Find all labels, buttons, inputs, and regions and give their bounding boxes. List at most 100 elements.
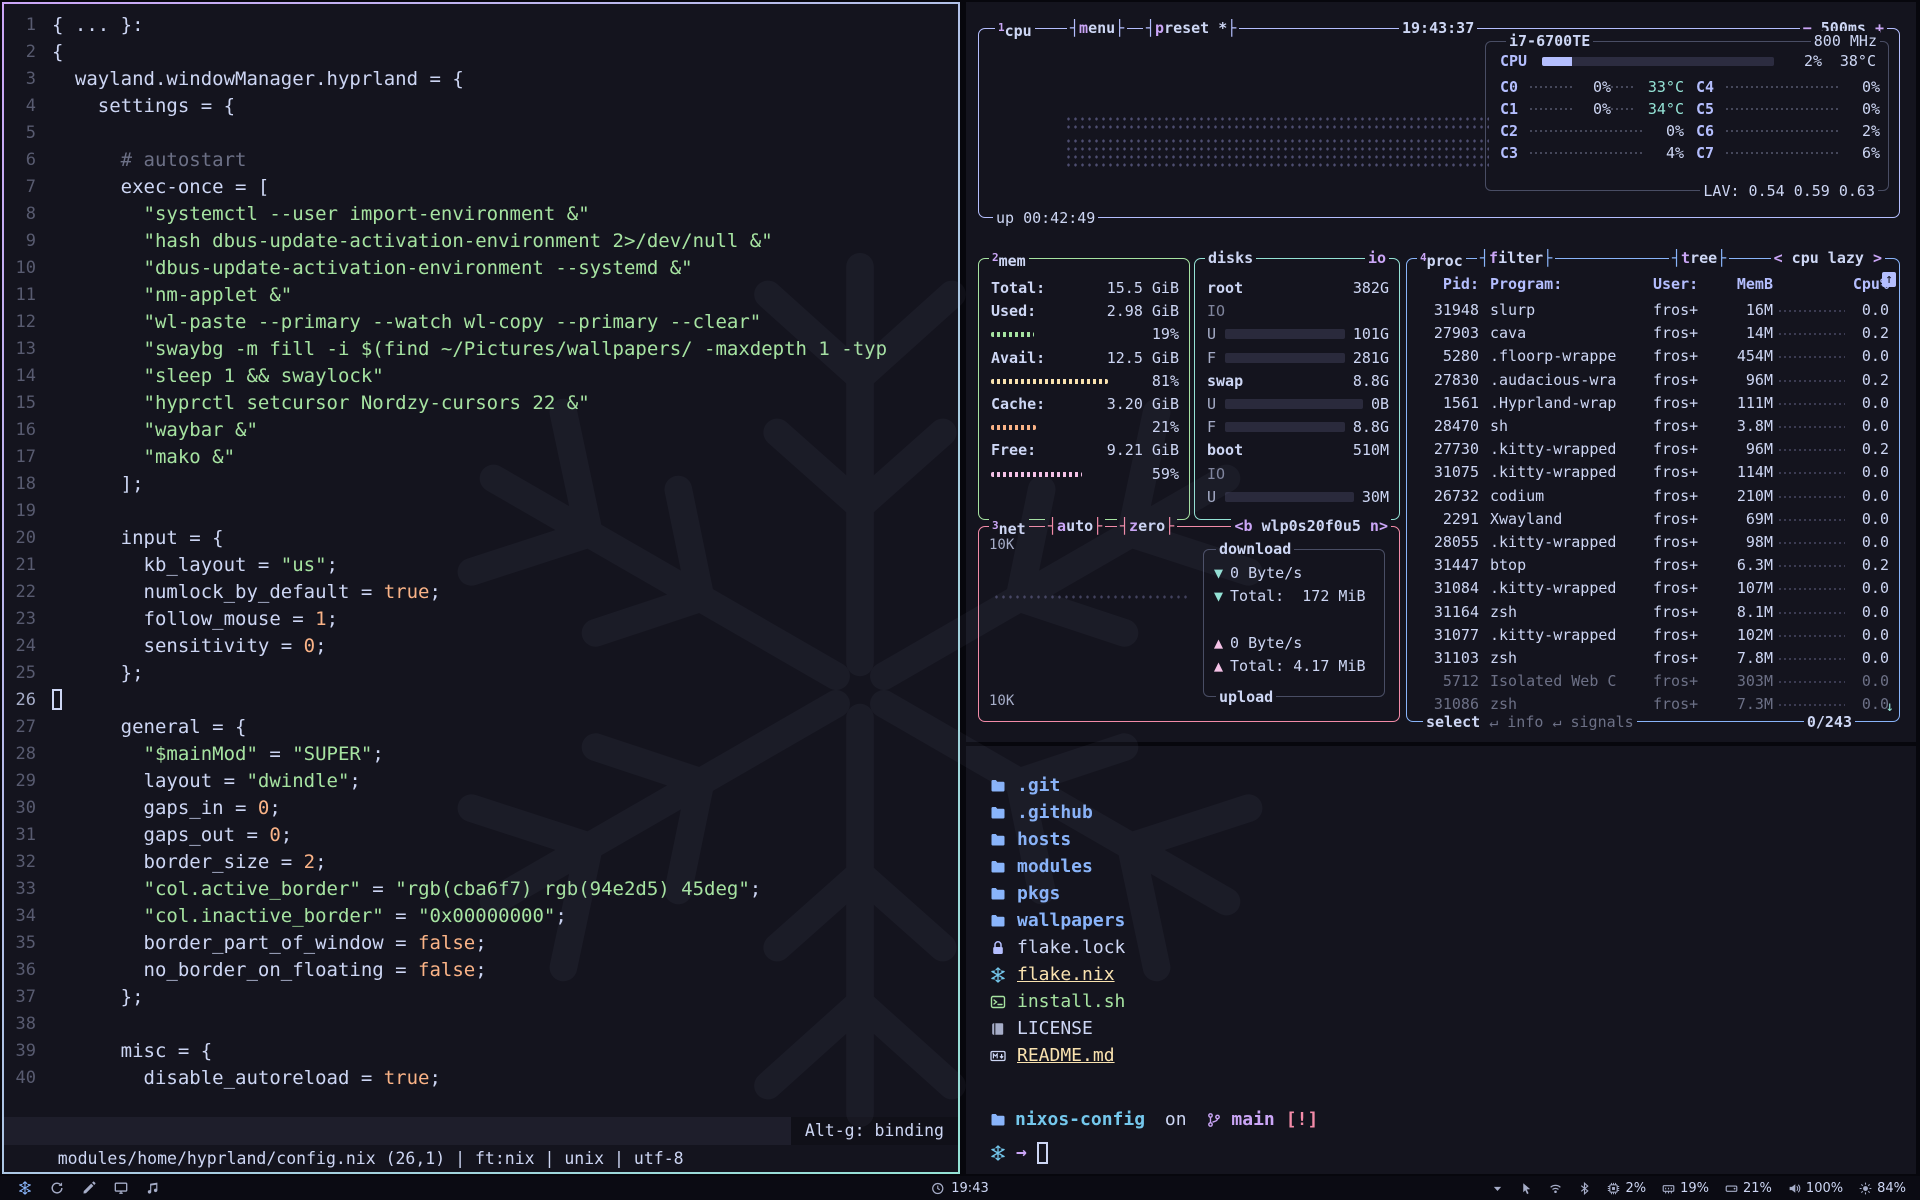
process-row[interactable]: 31077.kitty-wrappedfros+102M0.0 [1417,624,1889,647]
code-line[interactable]: 7 exec-once = [ [14,174,958,201]
bar-ram-module[interactable]: 19% [1662,1181,1709,1196]
code-line[interactable]: 3 wayland.windowManager.hyprland = { [14,66,958,93]
code-line[interactable]: 22 numlock_by_default = true; [14,579,958,606]
lock-icon [990,940,1006,956]
file-item: wallpapers [990,907,1916,934]
code-line[interactable]: 1{ ... }: [14,12,958,39]
process-row[interactable]: 27830.audacious-wrafros+96M0.2 [1417,369,1889,392]
process-row[interactable]: 31948slurpfros+16M0.0 [1417,299,1889,322]
code-line[interactable]: 35 border_part_of_window = false; [14,930,958,957]
cpu-core-row: C50% [1696,98,1880,120]
line-number: 33 [14,876,52,903]
code-line[interactable]: 27 general = { [14,714,958,741]
process-row[interactable]: 1561.Hyprland-wrapfros+111M0.0 [1417,392,1889,415]
code-line[interactable]: 15 "hyprctl setcursor Nordzy-cursors 22 … [14,390,958,417]
bar-hdd-module[interactable]: 21% [1725,1181,1772,1196]
code-line[interactable]: 5 [14,120,958,147]
hdd-icon [1725,1182,1738,1195]
proc-sort-control[interactable]: < cpu lazy > [1771,248,1885,268]
code-line[interactable]: 21 kb_layout = "us"; [14,552,958,579]
code-line[interactable]: 4 settings = { [14,93,958,120]
code-line[interactable]: 13 "swaybg -m fill -i $(find ~/Pictures/… [14,336,958,363]
process-row[interactable]: 27730.kitty-wrappedfros+96M0.2 [1417,438,1889,461]
disk-usage-row: U30M [1207,486,1389,509]
proc-footer-actions[interactable]: select ↵ info ↵ signals [1423,712,1637,732]
code-line[interactable]: 32 border_size = 2; [14,849,958,876]
menu-button[interactable]: ┤menu├ [1067,18,1127,38]
process-row[interactable]: 31075.kitty-wrappedfros+114M0.0 [1417,461,1889,484]
code-line[interactable]: 20 input = { [14,525,958,552]
process-row[interactable]: 26732codiumfros+210M0.0 [1417,485,1889,508]
code-line[interactable]: 12 "wl-paste --primary --watch wl-copy -… [14,309,958,336]
code-line[interactable]: 9 "hash dbus-update-activation-environme… [14,228,958,255]
code-line[interactable]: 39 misc = { [14,1038,958,1065]
code-line[interactable]: 10 "dbus-update-activation-environment -… [14,255,958,282]
net-device-label[interactable]: <b wlp0s20f0u5 n> [1231,516,1391,536]
terminal-window[interactable]: .git.githubhostsmodulespkgswallpapersfla… [966,746,1916,1174]
process-row[interactable]: 5280.floorp-wrappefros+454M0.0 [1417,345,1889,368]
process-row[interactable]: 5712Isolated Web Cfros+303M0.0 [1417,670,1889,693]
code-line[interactable]: 23 follow_mouse = 1; [14,606,958,633]
bar-bt-module[interactable] [1578,1182,1591,1195]
code-line[interactable]: 28 "$mainMod" = "SUPER"; [14,741,958,768]
code-line[interactable]: 8 "systemctl --user import-environment &… [14,201,958,228]
code-line[interactable]: 31 gaps_out = 0; [14,822,958,849]
code-line[interactable]: 2{ [14,39,958,66]
code-line[interactable]: 17 "mako &" [14,444,958,471]
upload-label: upload [1216,687,1276,707]
bar-sun-module[interactable]: 84% [1859,1181,1906,1196]
process-row[interactable]: 28470shfros+3.8M0.0 [1417,415,1889,438]
sun-icon [1859,1182,1872,1195]
bar-refresh-button[interactable] [50,1181,64,1195]
code-line[interactable]: 11 "nm-applet &" [14,282,958,309]
bar-chip-module[interactable]: 2% [1607,1181,1646,1196]
shell-input-line[interactable]: → [990,1139,1916,1166]
process-row[interactable]: 31164zshfros+8.1M0.0 [1417,601,1889,624]
code-line[interactable]: 16 "waybar &" [14,417,958,444]
net-zero-button[interactable]: ┤zero├ [1117,516,1177,536]
process-row[interactable]: 31084.kitty-wrappedfros+107M0.0 [1417,577,1889,600]
net-info-panel: download ▼0 Byte/s ▼Total: 172 MiB ▲0 By… [1203,549,1385,697]
code-line[interactable]: 25 }; [14,660,958,687]
code-line[interactable]: 24 sensitivity = 0; [14,633,958,660]
bar-pointer-module[interactable] [1520,1182,1533,1195]
proc-tree-button[interactable]: ┤tree├ [1669,248,1729,268]
bar-caret-module[interactable] [1491,1182,1504,1195]
code-line[interactable]: 34 "col.inactive_border" = "0x00000000"; [14,903,958,930]
net-auto-button[interactable]: ┤auto├ [1045,516,1105,536]
process-row[interactable]: 28055.kitty-wrappedfros+98M0.0 [1417,531,1889,554]
code-line[interactable]: 40 disable_autoreload = true; [14,1065,958,1092]
disks-io-toggle[interactable]: io [1365,248,1389,268]
editor-window[interactable]: 1{ ... }:2{3 wayland.windowManager.hyprl… [2,2,960,1174]
code-line[interactable]: 36 no_border_on_floating = false; [14,957,958,984]
folder-icon [990,778,1006,794]
bar-clock-module[interactable]: 19:43 [931,1181,988,1196]
line-number: 3 [14,66,52,93]
code-line[interactable]: 37 }; [14,984,958,1011]
bar-pencil-button[interactable] [82,1181,96,1195]
bar-wifi-module[interactable] [1549,1182,1562,1195]
bar-display-button[interactable] [114,1181,128,1195]
process-row[interactable]: 31103zshfros+7.8M0.0 [1417,647,1889,670]
process-table-header[interactable]: Pid:Program:User:MemBCpu% [1417,273,1889,295]
bar-vol-module[interactable]: 100% [1788,1181,1843,1196]
code-line[interactable]: 18 ]; [14,471,958,498]
bar-music-button[interactable] [146,1181,160,1195]
code-line[interactable]: 6 # autostart [14,147,958,174]
status-bar: 19:43 2% 19% 21% 100% 84% [0,1176,1920,1200]
bar-flake-button[interactable] [18,1181,32,1195]
code-line[interactable]: 29 layout = "dwindle"; [14,768,958,795]
code-line[interactable]: 19 [14,498,958,525]
process-row[interactable]: 31447btopfros+6.3M0.2 [1417,554,1889,577]
process-row[interactable]: 2291Xwaylandfros+69M0.0 [1417,508,1889,531]
code-line[interactable]: 38 [14,1011,958,1038]
code-area[interactable]: 1{ ... }:2{3 wayland.windowManager.hyprl… [4,4,958,1172]
scroll-up-indicator[interactable]: ↑ [1882,272,1896,287]
code-line[interactable]: 30 gaps_in = 0; [14,795,958,822]
proc-filter-button[interactable]: ┤filter├ [1477,248,1555,268]
preset-button[interactable]: ┤preset *├ [1143,18,1239,38]
code-line[interactable]: 26 [14,687,958,714]
process-row[interactable]: 27903cavafros+14M0.2 [1417,322,1889,345]
code-line[interactable]: 14 "sleep 1 && swaylock" [14,363,958,390]
code-line[interactable]: 33 "col.active_border" = "rgb(cba6f7) rg… [14,876,958,903]
